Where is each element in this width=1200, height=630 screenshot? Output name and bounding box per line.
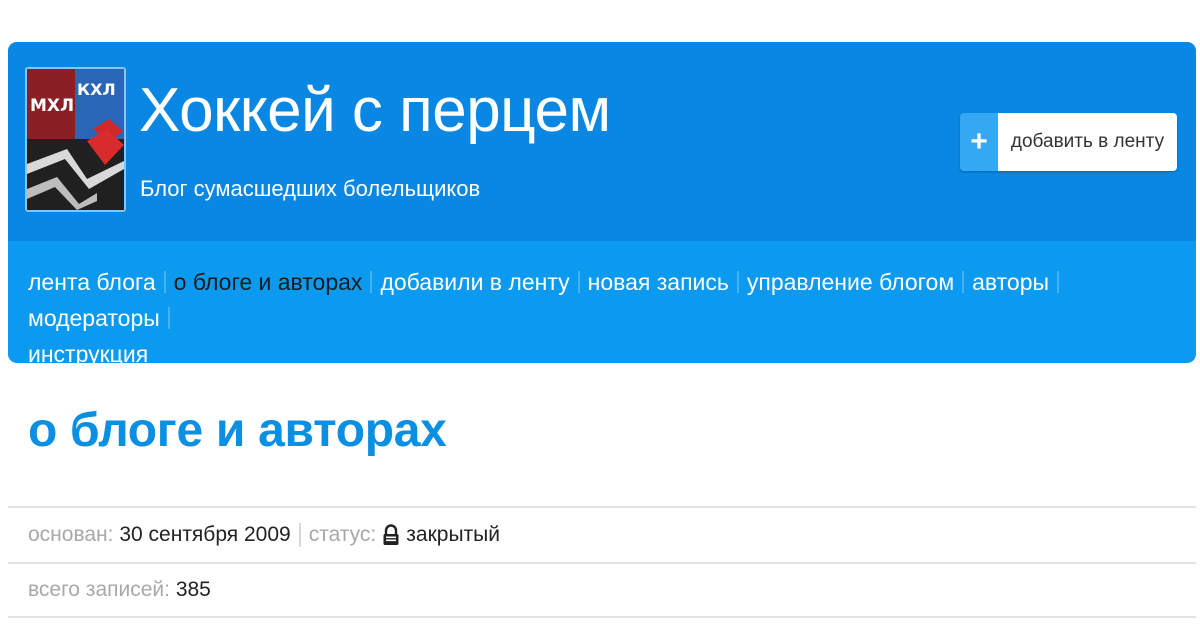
founded-value: 30 сентября 2009	[119, 523, 291, 546]
nav-separator	[167, 307, 170, 329]
logo-text-mhl: МХЛ	[30, 96, 74, 116]
status-label: статус:	[308, 523, 377, 546]
logo-text-khl: КХЛ	[77, 80, 116, 99]
page-title: о блоге и авторах	[28, 404, 447, 457]
info-separator	[298, 523, 301, 547]
status-value: закрытый	[406, 523, 500, 546]
nav-item-added-to-feed[interactable]: добавили в ленту	[380, 269, 569, 295]
blog-logo[interactable]: МХЛ КХЛ	[25, 67, 126, 212]
nav-separator	[577, 271, 580, 293]
nav-separator	[1057, 271, 1060, 293]
nav-item-about[interactable]: о блоге и авторах	[174, 269, 363, 295]
nav-item-blog-feed[interactable]: лента блога	[28, 269, 156, 295]
blog-nav: лента блога о блоге и авторах добавили в л…	[28, 264, 1178, 363]
nav-item-new-post[interactable]: новая запись	[588, 269, 729, 295]
nav-separator	[163, 271, 166, 293]
blog-subtitle: Блог сумасшедших болельщиков	[140, 176, 481, 201]
info-row-founded-status: основан: 30 сентября 2009 статус: закрыт…	[8, 506, 1196, 562]
blog-header: МХЛ КХЛ Хоккей с перцем Блог сумасшедших…	[8, 42, 1196, 241]
nav-item-manage-blog[interactable]: управление блогом	[747, 269, 954, 295]
lock-icon	[383, 524, 399, 545]
nav-item-instructions[interactable]: инструкция	[28, 341, 148, 363]
posts-label: всего записей:	[28, 578, 170, 601]
nav-separator	[962, 271, 965, 293]
info-row-posts: всего записей: 385	[8, 562, 1196, 618]
nav-item-moderators[interactable]: модераторы	[28, 305, 160, 331]
nav-separator	[736, 271, 739, 293]
hockey-logo-icon: МХЛ КХЛ	[27, 69, 124, 210]
blog-title[interactable]: Хоккей с перцем	[139, 80, 611, 142]
nav-separator	[370, 271, 373, 293]
posts-count: 385	[175, 578, 211, 601]
add-to-feed-label: добавить в ленту	[998, 113, 1177, 171]
plus-icon: +	[960, 113, 998, 171]
blog-header-panel: МХЛ КХЛ Хоккей с перцем Блог сумасшедших…	[8, 42, 1196, 363]
nav-item-authors[interactable]: авторы	[972, 269, 1049, 295]
founded-label: основан:	[28, 523, 114, 546]
add-to-feed-button[interactable]: + добавить в ленту	[960, 113, 1177, 171]
